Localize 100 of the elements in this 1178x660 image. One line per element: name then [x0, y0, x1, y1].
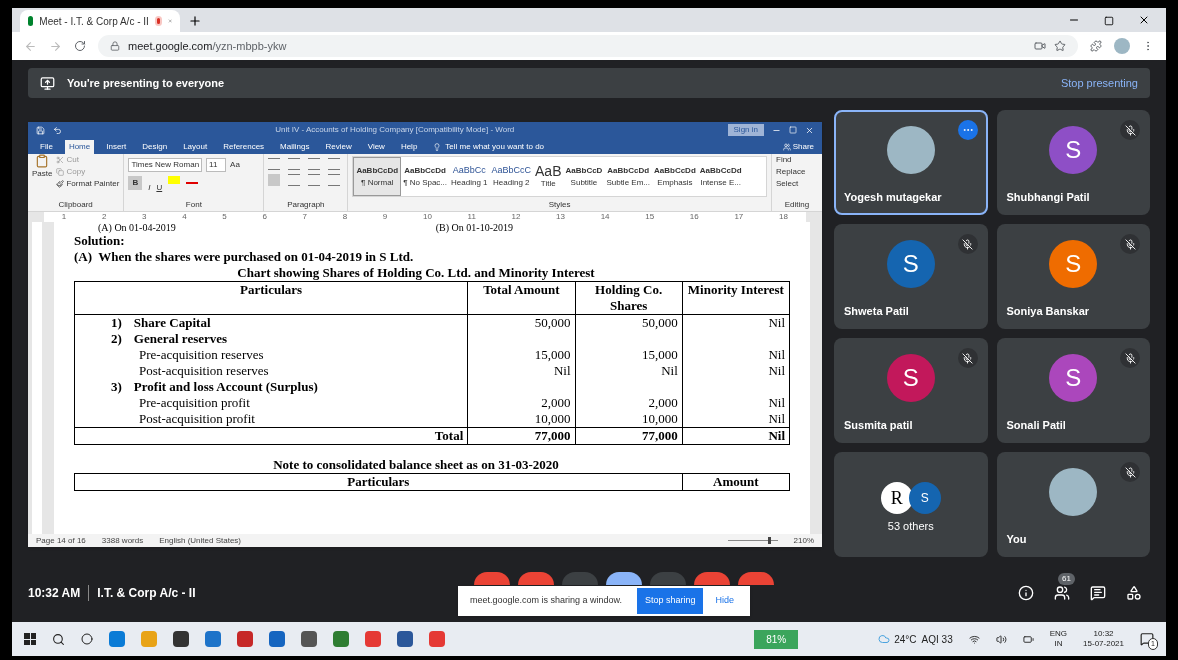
search-icon[interactable] — [52, 632, 65, 646]
bold-button[interactable]: B — [128, 176, 143, 190]
ribbon-tab[interactable]: Design — [138, 140, 172, 154]
editing-command[interactable]: Find — [776, 154, 818, 166]
call-control[interactable] — [518, 572, 554, 585]
style-option[interactable]: AaBbCcD Subtitle — [563, 157, 605, 196]
mail-app-icon[interactable] — [269, 631, 285, 647]
style-option[interactable]: AaBbCcC Heading 2 — [489, 157, 534, 196]
sign-in-button[interactable]: Sign in — [727, 124, 764, 136]
chat-app-icon[interactable] — [333, 631, 349, 647]
volume-icon[interactable] — [995, 633, 1007, 645]
underline-button[interactable]: U — [156, 176, 163, 199]
windows-start-icon[interactable] — [24, 633, 36, 645]
people-icon[interactable] — [1054, 585, 1070, 601]
style-option[interactable]: AaBbCcDd Subtle Em... — [604, 157, 652, 196]
font-name-field[interactable]: Times New Roman — [128, 158, 203, 172]
italic-button[interactable]: I — [148, 176, 151, 199]
url-host: meet.google.com — [128, 39, 213, 52]
browser-app-icon[interactable] — [109, 631, 125, 647]
style-option[interactable]: AaB Title — [533, 157, 564, 196]
stop-presenting-button[interactable]: Stop presenting — [1060, 74, 1138, 92]
chrome-app-icon[interactable] — [429, 631, 445, 647]
chrome-app-icon[interactable] — [365, 631, 381, 647]
share-button[interactable]: Share — [782, 140, 814, 154]
participant-tile[interactable]: You — [996, 452, 1150, 557]
style-option[interactable]: AaBbCcDd Intense E... — [697, 157, 744, 196]
participant-tile[interactable]: S Soniya Banskar — [996, 224, 1150, 329]
bookmark-star-icon[interactable] — [1054, 40, 1066, 52]
editing-command[interactable]: Replace — [776, 166, 818, 178]
battery-indicator: 81% — [754, 629, 799, 649]
stop-sharing-button[interactable]: Stop sharing — [636, 588, 704, 614]
font-size-field[interactable]: 11 — [206, 158, 227, 172]
participant-tile[interactable]: S Susmita patil — [834, 338, 988, 443]
avatar-letter: S — [886, 240, 935, 289]
word-app-icon[interactable] — [397, 631, 413, 647]
chat-icon[interactable] — [1090, 585, 1106, 601]
style-option[interactable]: AaBbCcDd ¶ No Spac... — [401, 157, 450, 196]
paste-button[interactable]: Paste — [32, 154, 53, 199]
store-app-icon[interactable] — [173, 631, 189, 647]
tell-me-field[interactable]: Tell me what you want to do — [445, 141, 545, 153]
ribbon-tab[interactable]: Review — [321, 140, 356, 154]
call-control[interactable] — [606, 572, 642, 585]
format-painter-button[interactable]: Format Painter — [56, 178, 120, 190]
language-indicator[interactable]: ENG — [1049, 629, 1068, 639]
call-control[interactable] — [694, 572, 730, 585]
participant-tile[interactable]: S Shubhangi Patil — [996, 110, 1150, 215]
ribbon-tab[interactable]: Mailings — [276, 140, 314, 154]
editing-command[interactable]: Select — [776, 178, 818, 190]
style-option[interactable]: AaBbCcDd ¶ Normal — [353, 157, 402, 196]
browser-tab[interactable]: Meet - I.T. & Corp A/c - II — [20, 10, 180, 32]
table-cell: Nil — [553, 363, 571, 378]
ribbon-tab[interactable]: File — [36, 140, 57, 154]
more-options-button[interactable] — [957, 120, 978, 140]
ribbon-tab[interactable]: View — [363, 140, 389, 154]
style-option[interactable]: AaBbCc Heading 1 — [449, 157, 490, 196]
participant-tile[interactable]: S Shweta Patil — [834, 224, 988, 329]
avatar-letter: S — [1049, 240, 1098, 289]
change-case-button[interactable]: Aa — [230, 159, 240, 171]
new-tab-icon[interactable] — [188, 14, 202, 28]
participant-tile[interactable]: Yogesh mutagekar — [834, 110, 988, 215]
close-icon[interactable] — [1138, 14, 1150, 26]
window-title: Unit IV - Accounts of Holding Company [Compatibility Mode] - Word — [274, 124, 516, 136]
ribbon-tab[interactable]: Layout — [179, 140, 212, 154]
participant-tile[interactable]: R S 53 others — [834, 452, 988, 557]
ribbon-tab[interactable]: References — [219, 140, 269, 154]
save-icon[interactable] — [36, 125, 45, 135]
activities-icon[interactable] — [1126, 585, 1142, 601]
call-control[interactable] — [738, 572, 774, 585]
style-option[interactable]: AaBbCcDd Emphasis — [652, 157, 698, 196]
undo-icon[interactable] — [53, 125, 62, 135]
table-cell: Nil — [768, 411, 785, 426]
maximize-icon[interactable] — [1104, 16, 1114, 26]
shield-app-icon[interactable] — [237, 631, 253, 647]
column-header: Particulars — [74, 473, 683, 491]
ribbon-tab[interactable]: Home — [64, 140, 95, 154]
row-label: Share Capital — [133, 315, 211, 331]
ribbon-tab[interactable]: Insert — [102, 140, 131, 154]
column-header: Particulars — [74, 281, 468, 315]
address-bar[interactable]: meet.google.com/yzn-mbpb-ykw — [98, 35, 1078, 57]
row-label: Post-acquisition profit — [139, 411, 255, 426]
extensions-icon[interactable] — [1090, 40, 1102, 52]
participant-tile[interactable]: S Sonali Patil — [996, 338, 1150, 443]
group-label: Clipboard — [57, 199, 94, 211]
app-tile-icon[interactable] — [205, 631, 221, 647]
zoom-slider-thumb[interactable] — [767, 537, 771, 544]
language-indicator[interactable]: IN — [1054, 639, 1063, 649]
heading-text: (B) On 01-10-2019 — [435, 222, 513, 233]
camera-icon[interactable] — [1034, 40, 1046, 52]
column-header: Total Amount — [467, 281, 575, 315]
camera-app-icon[interactable] — [301, 631, 317, 647]
ribbon-tab[interactable]: Help — [396, 140, 422, 154]
battery-icon[interactable] — [1022, 633, 1034, 645]
reload-icon[interactable] — [74, 40, 86, 52]
row-label: Total — [434, 428, 464, 443]
cortana-circle-icon[interactable] — [81, 633, 93, 645]
call-control[interactable] — [474, 572, 510, 585]
table-cell: 10,000 — [642, 411, 678, 426]
info-icon[interactable] — [1018, 585, 1034, 601]
hide-button[interactable]: Hide — [711, 594, 738, 608]
wifi-icon[interactable] — [968, 633, 980, 645]
